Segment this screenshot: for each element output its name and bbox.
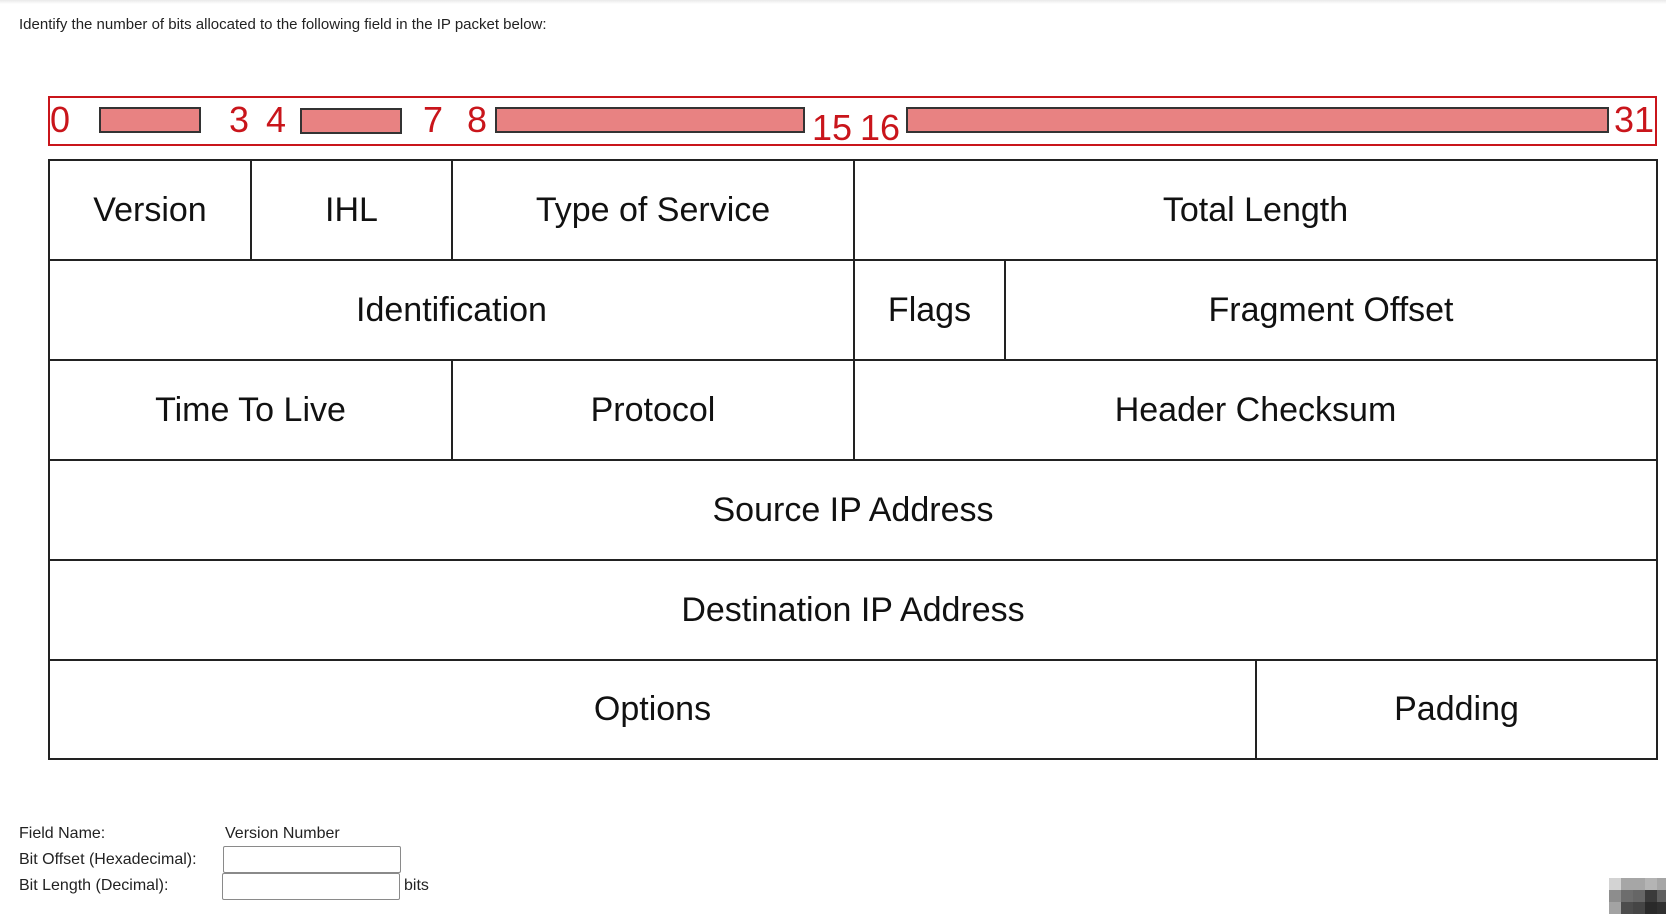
field-name-value: Version Number (225, 825, 340, 842)
bit-label-31: 31 (1614, 99, 1655, 140)
bit-length-input[interactable] (222, 873, 400, 900)
bit-label-3: 3 (229, 99, 250, 140)
bit-label-0: 0 (50, 99, 71, 140)
badge-pixel (1657, 878, 1666, 890)
badge-pixel (1609, 902, 1621, 914)
field-time-to-live: Time To Live (48, 359, 453, 461)
bit-offset-input[interactable] (223, 846, 401, 873)
bit-label-16: 16 (860, 107, 901, 148)
badge-pixel (1657, 890, 1666, 902)
field-version: Version (48, 159, 252, 261)
badge-pixel (1645, 902, 1657, 914)
field-type-of-service: Type of Service (451, 159, 855, 261)
bit-label-8: 8 (467, 99, 488, 140)
field-fragment-offset: Fragment Offset (1004, 259, 1658, 361)
field-identification: Identification (48, 259, 855, 361)
bit-segment-8-15 (495, 107, 805, 133)
badge-pixel (1645, 890, 1657, 902)
field-padding: Padding (1255, 659, 1658, 760)
field-header-checksum: Header Checksum (853, 359, 1658, 461)
badge-pixel (1609, 878, 1621, 890)
bit-segment-4-7 (300, 108, 402, 134)
bit-segment-0-3 (99, 107, 201, 133)
field-options: Options (48, 659, 1257, 760)
bit-offset-label: Bit Offset (Hexadecimal): (19, 851, 197, 868)
field-total-length: Total Length (853, 159, 1658, 261)
ip-header-table: Version IHL Type of Service Total Length… (48, 159, 1658, 760)
field-source-ip-address: Source IP Address (48, 459, 1658, 561)
bit-segment-16-31 (906, 107, 1609, 133)
badge-pixel (1621, 878, 1633, 890)
field-destination-ip-address: Destination IP Address (48, 559, 1658, 661)
badge-pixel (1633, 902, 1645, 914)
field-ihl: IHL (250, 159, 453, 261)
top-shadow (0, 0, 1666, 4)
badge-pixel (1609, 890, 1621, 902)
bit-label-15: 15 (812, 107, 853, 148)
pixelated-logo-icon (1609, 878, 1666, 914)
bit-length-label: Bit Length (Decimal): (19, 877, 169, 894)
field-protocol: Protocol (451, 359, 855, 461)
badge-pixel (1621, 902, 1633, 914)
field-flags: Flags (853, 259, 1006, 361)
badge-pixel (1633, 878, 1645, 890)
badge-pixel (1621, 890, 1633, 902)
bit-label-4: 4 (266, 99, 287, 140)
bits-unit-label: bits (404, 877, 429, 894)
question-text: Identify the number of bits allocated to… (19, 16, 547, 33)
field-name-label: Field Name: (19, 825, 106, 842)
badge-pixel (1657, 902, 1666, 914)
badge-pixel (1633, 890, 1645, 902)
badge-pixel (1645, 878, 1657, 890)
bit-label-7: 7 (423, 99, 444, 140)
bit-ruler: 0 3 4 7 8 15 16 31 (48, 96, 1657, 146)
